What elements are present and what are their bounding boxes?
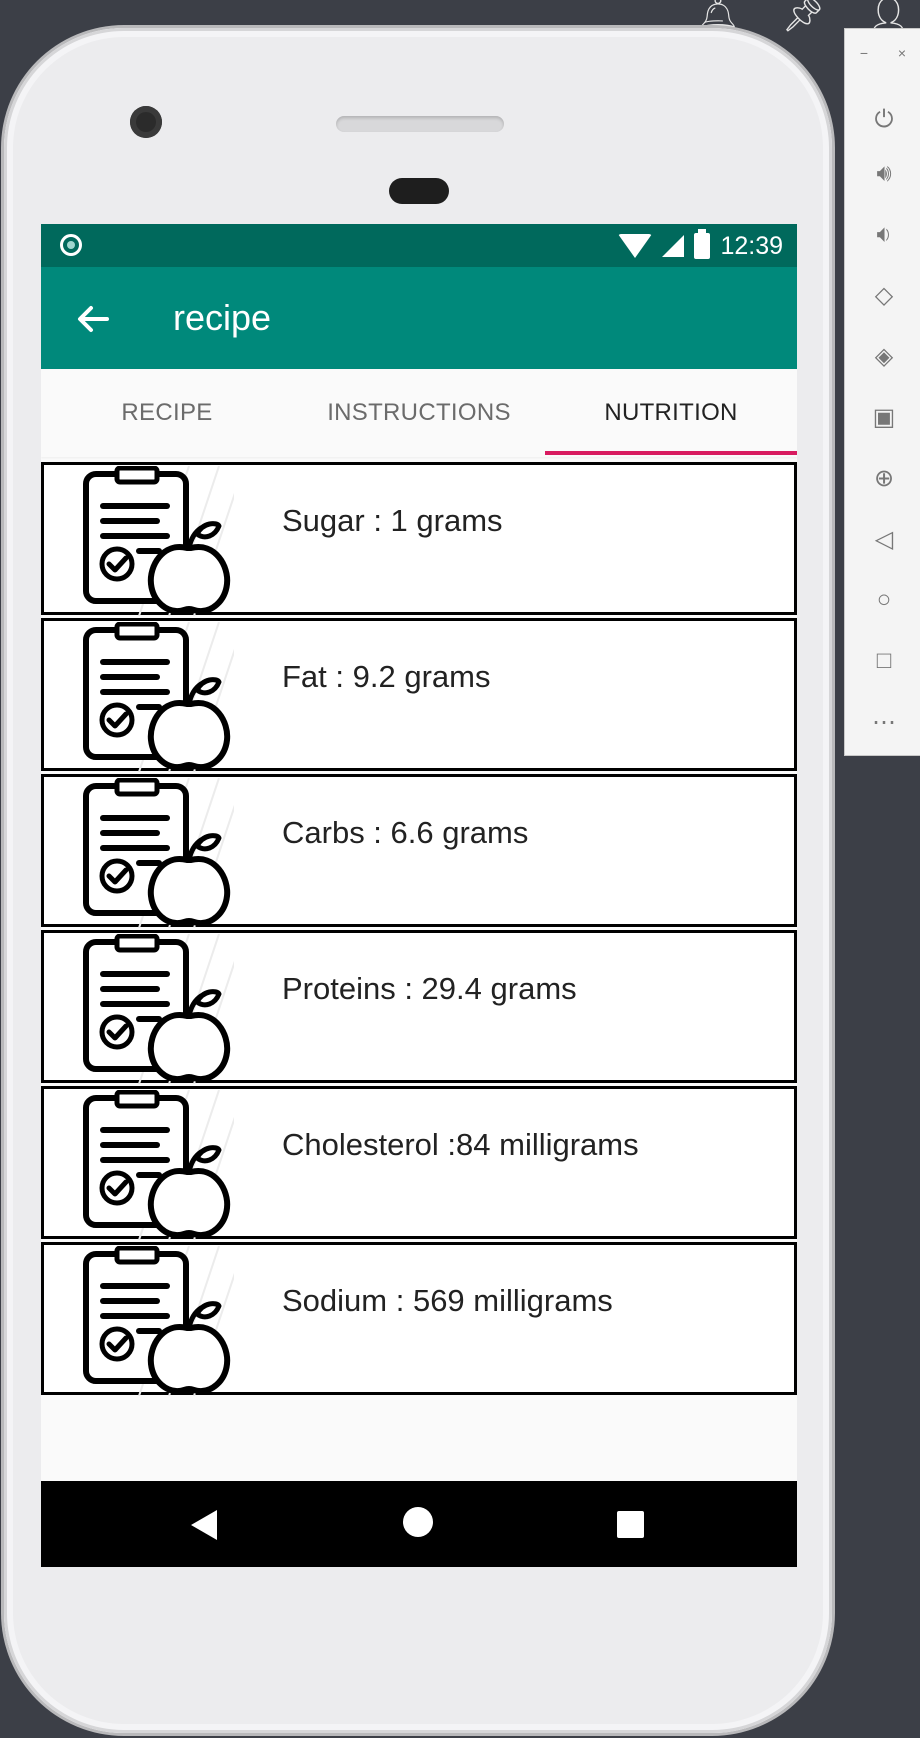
- nutrition-list: Sugar : 1 grams Fat : 9.2 grams Carbs : …: [41, 462, 797, 1398]
- overview-icon[interactable]: □: [871, 647, 897, 674]
- tab-recipe[interactable]: RECIPE: [41, 369, 293, 457]
- wifi-icon: [618, 234, 653, 258]
- nutrition-item-label: Sugar : 1 grams: [282, 503, 503, 538]
- back-icon[interactable]: ◁: [871, 526, 897, 553]
- phone-frame: 12:39 recipe RECIPE INSTRUCTIONS NUTRITI…: [4, 28, 832, 1733]
- nav-home-icon[interactable]: [403, 1507, 433, 1537]
- volume-up-icon[interactable]: 🔊︎: [871, 160, 897, 187]
- battery-icon: [694, 229, 711, 259]
- signal-icon: [662, 235, 685, 257]
- earpiece-speaker: [336, 116, 504, 132]
- clipboard-apple-icon: [79, 466, 234, 616]
- nav-recents-icon[interactable]: [617, 1511, 644, 1538]
- nutrition-item-label: Carbs : 6.6 grams: [282, 815, 529, 850]
- emulator-side-panel: − × ⏻ 🔊︎ 🔉︎ ◇ ◈ ▣ ⊕ ◁ ○ □ ⋯: [844, 28, 920, 756]
- front-camera: [130, 106, 162, 138]
- nutrition-item-label: Sodium : 569 milligrams: [282, 1283, 613, 1318]
- close-button[interactable]: ×: [898, 45, 906, 61]
- proximity-sensor: [389, 178, 449, 204]
- notification-dot-icon: [60, 234, 82, 256]
- camera-icon[interactable]: ▣: [871, 404, 897, 431]
- app-bar: recipe: [41, 267, 797, 369]
- nutrition-item-label: Fat : 9.2 grams: [282, 659, 491, 694]
- volume-down-icon[interactable]: 🔉︎: [871, 221, 897, 248]
- nutrition-item[interactable]: Cholesterol :84 milligrams: [41, 1086, 797, 1239]
- nav-back-icon[interactable]: [191, 1510, 217, 1540]
- app-title: recipe: [173, 297, 272, 338]
- more-icon[interactable]: ⋯: [871, 709, 897, 736]
- nutrition-item[interactable]: Sugar : 1 grams: [41, 462, 797, 615]
- rotate-right-icon[interactable]: ◈: [871, 343, 897, 370]
- clipboard-apple-icon: [79, 778, 234, 928]
- pin-icon[interactable]: 📌︎: [782, 0, 825, 40]
- clipboard-apple-icon: [79, 1090, 234, 1240]
- power-icon[interactable]: ⏻: [871, 106, 897, 133]
- tab-bar: RECIPE INSTRUCTIONS NUTRITION: [41, 369, 797, 457]
- status-time: 12:39: [720, 231, 783, 260]
- home-icon[interactable]: ○: [871, 586, 897, 613]
- status-bar: 12:39: [41, 224, 797, 267]
- tab-instructions[interactable]: INSTRUCTIONS: [293, 369, 545, 457]
- clipboard-apple-icon: [79, 1246, 234, 1396]
- nutrition-item[interactable]: Sodium : 569 milligrams: [41, 1242, 797, 1395]
- clipboard-apple-icon: [79, 622, 234, 772]
- minimize-button[interactable]: −: [860, 45, 868, 61]
- nutrition-item-label: Proteins : 29.4 grams: [282, 971, 577, 1006]
- rotate-left-icon[interactable]: ◇: [871, 282, 897, 309]
- nutrition-item-label: Cholesterol :84 milligrams: [282, 1127, 639, 1162]
- zoom-icon[interactable]: ⊕: [871, 465, 897, 492]
- system-nav-bar: [41, 1481, 797, 1567]
- tab-nutrition[interactable]: NUTRITION: [545, 369, 797, 457]
- clipboard-apple-icon: [79, 934, 234, 1084]
- nutrition-item[interactable]: Fat : 9.2 grams: [41, 618, 797, 771]
- nutrition-item[interactable]: Carbs : 6.6 grams: [41, 774, 797, 927]
- device-screen: 12:39 recipe RECIPE INSTRUCTIONS NUTRITI…: [41, 224, 797, 1567]
- nutrition-item[interactable]: Proteins : 29.4 grams: [41, 930, 797, 1083]
- back-arrow-icon[interactable]: [73, 299, 113, 339]
